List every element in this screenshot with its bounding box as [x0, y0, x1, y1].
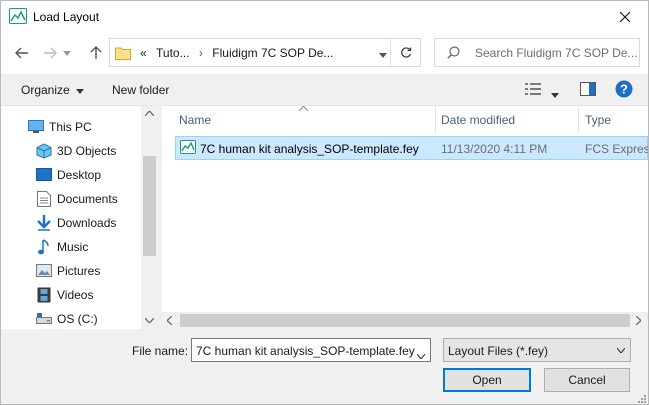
- sidebar-item-label: Music: [57, 240, 89, 254]
- scrollbar-thumb[interactable]: [180, 314, 630, 327]
- download-icon: [35, 215, 53, 231]
- music-icon: [35, 239, 53, 255]
- scrollbar-thumb[interactable]: [143, 156, 156, 256]
- column-header-label: Type: [585, 113, 612, 127]
- window-title: Load Layout: [33, 10, 100, 24]
- file-list: Name Date modified Type 7C human kit ana…: [162, 105, 648, 329]
- scroll-left-icon[interactable]: [167, 316, 172, 325]
- file-date-cell: 11/13/2020 4:11 PM: [441, 142, 548, 156]
- help-button[interactable]: ?: [615, 80, 633, 101]
- sidebar-item-label: Documents: [57, 192, 118, 206]
- up-button[interactable]: [85, 42, 107, 64]
- command-bar: Organize New folder ?: [1, 74, 648, 105]
- breadcrumb-separator-icon[interactable]: ›: [199, 46, 203, 60]
- arrow-right-icon: [44, 47, 57, 59]
- cancel-button[interactable]: Cancel: [544, 368, 630, 392]
- sidebar-item-label: OS (C:): [57, 312, 98, 326]
- forward-button[interactable]: [39, 42, 61, 64]
- column-header-date[interactable]: Date modified: [441, 106, 577, 134]
- file-type-filter-value: Layout Files (*.fey): [448, 344, 549, 358]
- arrow-left-icon: [15, 47, 28, 59]
- navigation-scrollbar[interactable]: [141, 106, 158, 330]
- pictures-icon: [35, 263, 53, 279]
- file-type-cell: FCS Express: [585, 142, 649, 156]
- sidebar-item-label: Desktop: [57, 168, 102, 182]
- drive-icon: [35, 311, 53, 327]
- chevron-down-icon: [63, 50, 71, 56]
- file-type-filter[interactable]: Layout Files (*.fey): [443, 338, 631, 362]
- recent-locations-button[interactable]: [61, 42, 73, 64]
- refresh-button[interactable]: [390, 39, 420, 66]
- chevron-down-icon: [416, 353, 426, 360]
- new-folder-button[interactable]: New folder: [112, 83, 169, 97]
- folder-icon: [115, 46, 131, 63]
- breadcrumb-overflow[interactable]: «: [140, 46, 147, 60]
- column-divider[interactable]: [435, 106, 436, 134]
- chevron-down-icon: [379, 53, 387, 58]
- navigation-pane: This PC 3D Objects Desktop Documents Dow…: [1, 105, 158, 330]
- documents-icon: [35, 191, 53, 207]
- view-options-button[interactable]: [525, 83, 541, 98]
- arrow-up-icon: [90, 46, 102, 59]
- sidebar-item-label: Pictures: [57, 264, 101, 278]
- file-name-dropdown-button[interactable]: [416, 348, 426, 362]
- file-name-value: 7C human kit analysis_SOP-template.fey: [196, 344, 415, 358]
- sort-ascending-icon: [299, 106, 308, 111]
- view-dropdown-button[interactable]: [551, 87, 559, 101]
- organize-label: Organize: [21, 83, 70, 97]
- preview-pane-button[interactable]: [580, 82, 596, 99]
- sidebar-item-label: Downloads: [57, 216, 117, 230]
- back-button[interactable]: [11, 42, 33, 64]
- scroll-right-icon[interactable]: [636, 316, 641, 325]
- file-name-field[interactable]: 7C human kit analysis_SOP-template.fey: [191, 338, 431, 362]
- file-name-label: File name:: [132, 344, 189, 358]
- title-bar: Load Layout: [1, 1, 648, 32]
- refresh-icon: [400, 46, 411, 58]
- horizontal-scrollbar[interactable]: [162, 312, 648, 329]
- organize-button[interactable]: Organize: [21, 83, 85, 97]
- desktop-icon: [35, 167, 53, 183]
- sidebar-item-label: Videos: [57, 288, 94, 302]
- search-icon: [447, 46, 460, 62]
- sidebar-item-label: This PC: [49, 120, 92, 134]
- open-button[interactable]: Open: [443, 368, 531, 392]
- table-row[interactable]: 7C human kit analysis_SOP-template.fey 1…: [175, 136, 648, 160]
- file-name-cell: 7C human kit analysis_SOP-template.fey: [200, 142, 419, 156]
- chevron-down-icon: [617, 348, 625, 353]
- column-header-label: Name: [179, 113, 212, 127]
- load-layout-dialog: Load Layout « Tuto... › Fluidigm 7C SOP …: [0, 0, 649, 405]
- close-icon: [619, 11, 631, 22]
- cube-icon: [35, 143, 53, 159]
- details-view-icon: [525, 83, 541, 95]
- column-header-label: Date modified: [441, 113, 516, 127]
- breadcrumb-item[interactable]: Fluidigm 7C SOP De...: [212, 46, 333, 60]
- preview-pane-icon: [580, 82, 596, 96]
- videos-icon: [35, 287, 53, 303]
- address-dropdown-button[interactable]: [379, 47, 387, 61]
- fey-file-icon: [180, 140, 196, 157]
- chevron-down-icon: [551, 93, 559, 98]
- chevron-down-icon: [76, 89, 85, 94]
- navigation-bar: « Tuto... › Fluidigm 7C SOP De... Search…: [1, 32, 648, 74]
- column-header-type[interactable]: Type: [585, 106, 648, 134]
- resize-grip-icon[interactable]: [637, 394, 646, 403]
- scroll-up-icon[interactable]: [145, 111, 154, 116]
- svg-text:?: ?: [620, 82, 628, 97]
- address-bar[interactable]: « Tuto... › Fluidigm 7C SOP De...: [109, 38, 421, 67]
- column-divider[interactable]: [578, 106, 579, 134]
- search-placeholder: Search Fluidigm 7C SOP De...: [475, 46, 638, 60]
- search-input[interactable]: Search Fluidigm 7C SOP De...: [434, 38, 640, 67]
- sidebar-item-label: 3D Objects: [57, 144, 117, 158]
- dialog-footer: File name: 7C human kit analysis_SOP-tem…: [1, 329, 648, 404]
- help-icon: ?: [615, 80, 633, 98]
- pc-icon: [27, 119, 45, 135]
- breadcrumb-item[interactable]: Tuto...: [156, 46, 190, 60]
- close-button[interactable]: [602, 1, 648, 32]
- scroll-down-icon[interactable]: [145, 318, 154, 323]
- app-chart-icon: [9, 8, 27, 24]
